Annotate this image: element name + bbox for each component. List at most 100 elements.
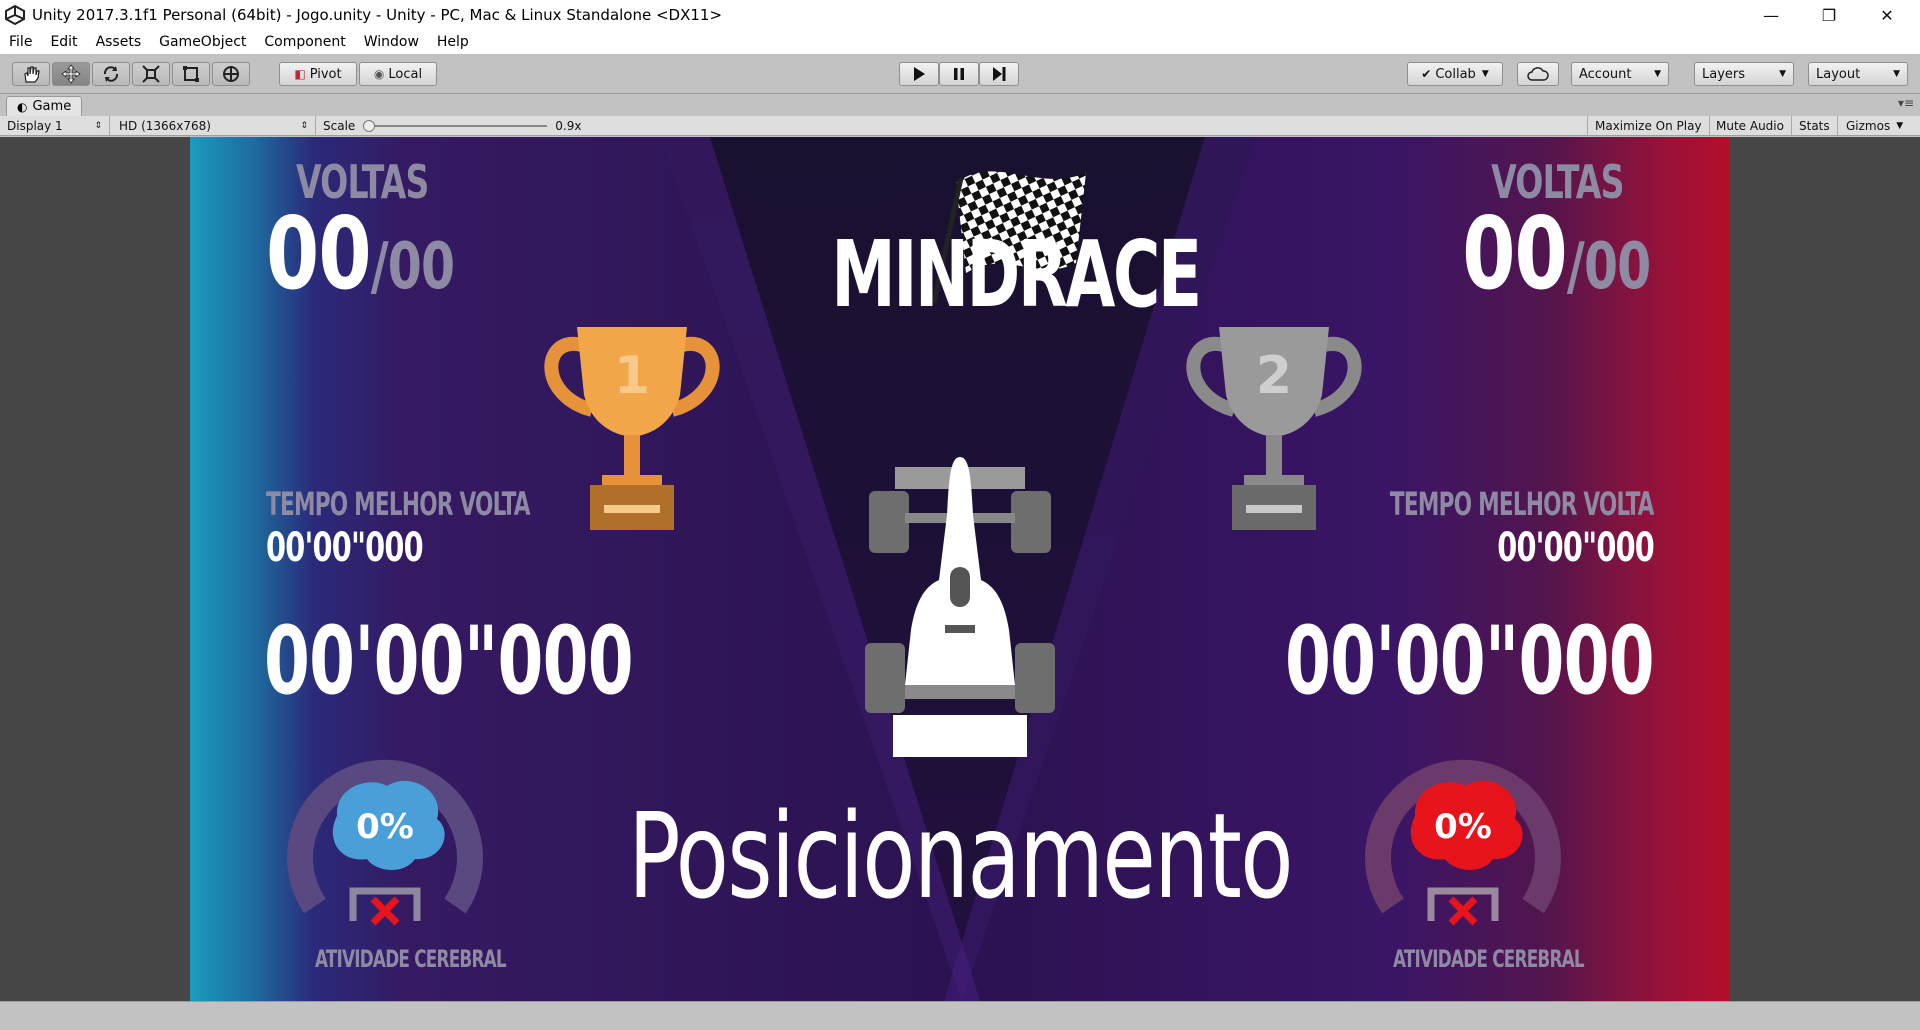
p2-laps-count: 00/00	[1461, 195, 1651, 312]
gizmos-dropdown[interactable]: Gizmos ▼	[1839, 116, 1920, 136]
window-title: Unity 2017.3.1f1 Personal (64bit) - Jogo…	[32, 6, 723, 24]
local-label: Local	[388, 66, 423, 82]
account-dropdown[interactable]: Account ▼	[1571, 62, 1669, 86]
stats-label: Stats	[1799, 119, 1830, 133]
move-icon	[61, 64, 81, 84]
gold-trophy-icon: 1	[544, 327, 720, 530]
layers-dropdown[interactable]: Layers ▼	[1694, 62, 1794, 86]
p2-race-time: 00'00"000	[1285, 607, 1655, 716]
positioning-label: Posicionamento	[628, 787, 1293, 925]
pivot-icon: ◧	[294, 67, 306, 81]
p1-laps-total: /00	[370, 230, 455, 304]
p1-laps-value: 00	[266, 195, 372, 312]
game-viewport[interactable]: MINDRACE VOLTAS 00/00 TEMPO MELHOR VOLTA…	[0, 137, 1920, 1001]
menu-file[interactable]: File	[0, 34, 41, 50]
menu-component[interactable]: Component	[255, 34, 354, 50]
cloud-button[interactable]	[1517, 62, 1559, 86]
step-button[interactable]	[979, 62, 1019, 86]
updown-icon: ⇕	[300, 121, 308, 131]
p2-laps-value: 00	[1461, 195, 1568, 312]
p1-best-lap-time: 00'00"000	[266, 525, 424, 571]
mute-audio-toggle[interactable]: Mute Audio	[1709, 116, 1792, 136]
maximize-button[interactable]: ❐	[1800, 0, 1858, 30]
scale-slider-track	[363, 125, 548, 127]
game-tab-label: Game	[32, 99, 72, 114]
menu-assets[interactable]: Assets	[87, 34, 151, 50]
resolution-dropdown[interactable]: HD (1366x768) ⇕	[112, 116, 316, 136]
game-tab-row: ◐ Game ▾≡	[0, 94, 1920, 116]
p2-brain-gauge: 0%	[1365, 759, 1561, 926]
scale-slider-thumb[interactable]	[363, 120, 376, 132]
panel-menu-icon[interactable]: ▾≡	[1898, 96, 1914, 110]
transform-icon	[223, 66, 239, 82]
minimize-button[interactable]: —	[1742, 0, 1800, 30]
rect-tool-button[interactable]	[172, 62, 210, 86]
p1-laps-count: 00/00	[266, 195, 455, 312]
p2-brain-label: ATIVIDADE CEREBRAL	[1393, 945, 1585, 973]
hand-tool-button[interactable]	[12, 62, 50, 86]
stats-toggle[interactable]: Stats	[1792, 116, 1838, 136]
cloud-icon	[1527, 67, 1549, 81]
menu-edit[interactable]: Edit	[41, 34, 86, 50]
layout-dropdown[interactable]: Layout ▼	[1808, 62, 1908, 86]
p1-brain-activity: 0%	[356, 807, 414, 847]
menu-gameobject[interactable]: GameObject	[150, 34, 255, 50]
hand-icon	[24, 66, 40, 83]
mute-audio-label: Mute Audio	[1716, 119, 1784, 133]
account-label: Account	[1579, 66, 1632, 82]
window-titlebar: Unity 2017.3.1f1 Personal (64bit) - Jogo…	[0, 0, 1920, 30]
p2-best-lap-time: 00'00"000	[1497, 525, 1655, 571]
pause-button[interactable]	[939, 62, 979, 86]
play-button[interactable]	[899, 62, 939, 86]
updown-icon: ⇕	[94, 121, 102, 131]
rect-tool-icon	[183, 66, 199, 82]
scale-icon	[142, 65, 160, 83]
pivot-label: Pivot	[309, 66, 342, 82]
menu-help[interactable]: Help	[428, 34, 478, 50]
rotate-tool-button[interactable]	[92, 62, 130, 86]
step-icon	[993, 67, 1006, 81]
p2-position-number: 2	[1256, 346, 1292, 406]
play-icon	[914, 67, 925, 81]
tab-game[interactable]: ◐ Game	[6, 96, 83, 116]
menu-window[interactable]: Window	[355, 34, 428, 50]
chevron-down-icon: ▼	[1654, 69, 1661, 79]
scale-label: Scale	[323, 119, 356, 133]
display-label: Display 1	[7, 119, 63, 133]
game-title: MINDRACE	[831, 221, 1202, 328]
disconnected-x-icon	[370, 896, 400, 926]
game-tab-icon: ◐	[17, 99, 28, 114]
maximize-on-play-toggle[interactable]: Maximize On Play	[1587, 116, 1710, 136]
pause-icon	[954, 68, 964, 80]
p1-position-number: 1	[614, 346, 650, 406]
pivot-toggle-button[interactable]: ◧ Pivot	[279, 62, 357, 86]
p1-brain-gauge: 0%	[287, 759, 483, 926]
close-button[interactable]: ✕	[1858, 0, 1916, 30]
transform-tool-button[interactable]	[212, 62, 250, 86]
scale-slider[interactable]	[363, 120, 548, 132]
local-toggle-button[interactable]: ◉ Local	[359, 62, 437, 86]
main-toolbar: ◧ Pivot ◉ Local ✔ Collab ▼ Account ▼ Lay…	[0, 54, 1920, 94]
silver-trophy-icon: 2	[1186, 327, 1362, 530]
collab-dropdown[interactable]: ✔ Collab ▼	[1407, 62, 1503, 86]
resolution-label: HD (1366x768)	[119, 119, 211, 133]
local-icon: ◉	[373, 67, 385, 81]
game-view-toolbar: Display 1 ⇕ HD (1366x768) ⇕ Scale 0.9x M…	[0, 116, 1920, 136]
scale-control: Scale 0.9x	[316, 116, 598, 136]
check-icon: ✔	[1421, 67, 1432, 81]
rotate-icon	[103, 66, 119, 82]
p2-brain-activity: 0%	[1434, 807, 1492, 847]
p2-best-lap-label: TEMPO MELHOR VOLTA	[1390, 485, 1654, 523]
game-screen[interactable]: MINDRACE VOLTAS 00/00 TEMPO MELHOR VOLTA…	[190, 137, 1730, 1001]
scale-tool-button[interactable]	[132, 62, 170, 86]
gizmos-label: Gizmos	[1846, 119, 1891, 133]
collab-label: Collab	[1435, 66, 1476, 82]
menu-bar: File Edit Assets GameObject Component Wi…	[0, 30, 1920, 54]
chevron-down-icon: ▼	[1893, 69, 1900, 79]
layers-label: Layers	[1702, 66, 1746, 82]
chevron-down-icon: ▼	[1481, 69, 1489, 79]
move-tool-button[interactable]	[52, 62, 90, 86]
display-dropdown[interactable]: Display 1 ⇕	[0, 116, 110, 136]
p1-best-lap-label: TEMPO MELHOR VOLTA	[266, 485, 530, 523]
p1-brain-label: ATIVIDADE CEREBRAL	[315, 945, 507, 973]
